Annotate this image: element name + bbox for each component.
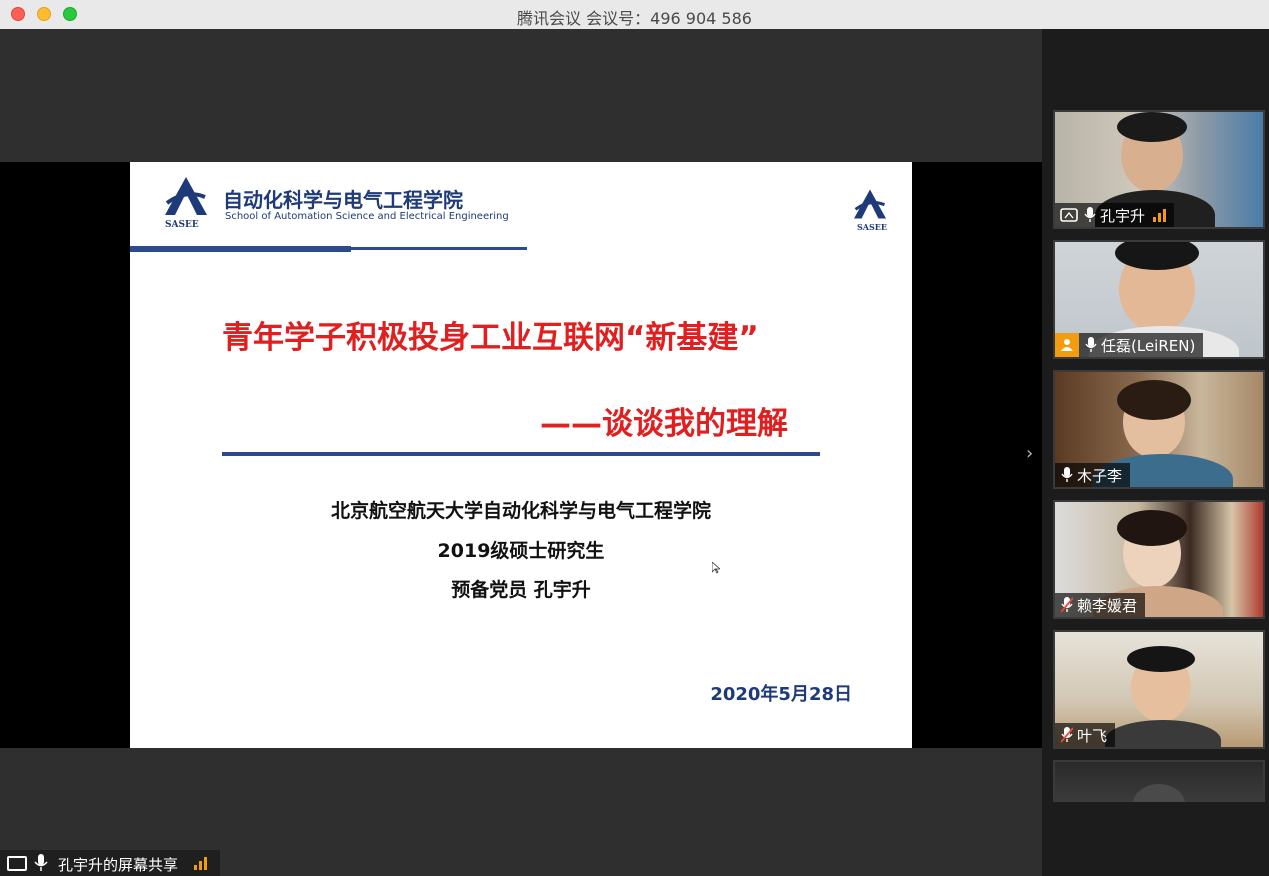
microphone-icon[interactable] bbox=[1085, 337, 1097, 353]
school-logo-icon bbox=[165, 177, 207, 215]
window-title: 腾讯会议 会议号：496 904 586 bbox=[517, 9, 752, 28]
shared-screen-stage: SASEE 自动化科学与电气工程学院 School of Automation … bbox=[0, 162, 1042, 748]
presentation-slide: SASEE 自动化科学与电气工程学院 School of Automation … bbox=[130, 162, 912, 748]
participant-tile[interactable]: 孔宇升 bbox=[1053, 110, 1265, 229]
participant-name: 赖李媛君 bbox=[1077, 596, 1138, 615]
participant-name: 任磊(LeiREN) bbox=[1101, 336, 1196, 355]
header-bar-thick bbox=[130, 246, 351, 252]
microphone-muted-icon[interactable] bbox=[1061, 727, 1073, 743]
screen-share-icon bbox=[1060, 208, 1078, 222]
microphone-icon[interactable] bbox=[1084, 207, 1096, 223]
slide-date: 2020年5月28日 bbox=[710, 684, 852, 705]
shared-screen-area: SASEE 自动化科学与电气工程学院 School of Automation … bbox=[0, 29, 1042, 876]
participant-caption: 木子李 bbox=[1055, 463, 1131, 487]
school-name-en: School of Automation Science and Electri… bbox=[225, 211, 509, 222]
school-logo-small-icon bbox=[854, 189, 886, 219]
mouse-cursor-icon bbox=[712, 562, 720, 574]
participant-caption: 赖李媛君 bbox=[1055, 593, 1146, 617]
participant-tile[interactable]: 叶飞 bbox=[1053, 630, 1265, 749]
signal-strength-icon bbox=[1153, 208, 1167, 222]
microphone-icon[interactable] bbox=[1061, 467, 1073, 483]
microphone-icon[interactable] bbox=[34, 854, 48, 872]
microphone-muted-icon[interactable] bbox=[1061, 597, 1073, 613]
signal-strength-icon bbox=[194, 857, 207, 870]
slide-author-line: 预备党员 孔宇升 bbox=[451, 579, 591, 601]
slide-degree-line: 2019级硕士研究生 bbox=[437, 540, 605, 562]
logo-sasee-label: SASEE bbox=[165, 220, 199, 230]
participant-caption: 叶飞 bbox=[1055, 723, 1116, 747]
participant-tile[interactable]: 木子李 bbox=[1053, 370, 1265, 489]
screen-share-icon bbox=[7, 856, 27, 871]
school-name-cn: 自动化科学与电气工程学院 bbox=[223, 188, 463, 212]
slide-divider bbox=[222, 452, 820, 456]
screen-share-name: 孔宇升的屏幕共享 bbox=[58, 856, 179, 874]
slide-subtitle: ——谈谈我的理解 bbox=[540, 406, 788, 442]
participant-tile-partial[interactable] bbox=[1053, 760, 1265, 802]
participant-name: 叶飞 bbox=[1077, 726, 1108, 745]
header-bar-thin bbox=[351, 247, 527, 250]
slide-title: 青年学子积极投身工业互联网“新基建” bbox=[222, 320, 759, 356]
participant-caption: 任磊(LeiREN) bbox=[1055, 333, 1204, 357]
screen-share-label: 孔宇升的屏幕共享 bbox=[0, 850, 220, 876]
participant-name: 孔宇升 bbox=[1100, 206, 1146, 225]
participant-name: 木子李 bbox=[1077, 466, 1123, 485]
participant-tile[interactable]: 任磊(LeiREN) bbox=[1053, 240, 1265, 359]
logo-sasee-label-right: SASEE bbox=[857, 222, 887, 232]
participant-tile[interactable]: 赖李媛君 bbox=[1053, 500, 1265, 619]
slide-school-line: 北京航空航天大学自动化科学与电气工程学院 bbox=[330, 500, 711, 522]
participant-caption: 孔宇升 bbox=[1055, 203, 1175, 227]
host-badge-icon bbox=[1055, 333, 1079, 357]
window-titlebar: 腾讯会议 会议号：496 904 586 bbox=[0, 0, 1269, 30]
collapse-sidebar-chevron-icon[interactable]: › bbox=[1026, 443, 1033, 464]
